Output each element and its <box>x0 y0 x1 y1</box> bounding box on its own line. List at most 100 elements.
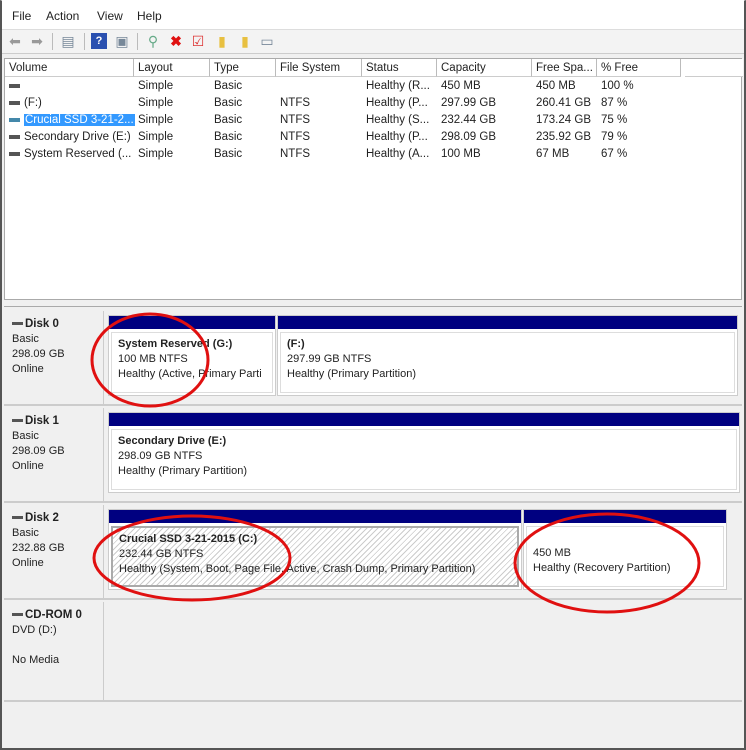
partition[interactable]: System Reserved (G:) 100 MB NTFS Healthy… <box>108 315 276 396</box>
cell-free: 235.92 GB <box>536 131 591 143</box>
menu-action[interactable]: Action <box>46 9 79 23</box>
cell-status: Healthy (P... <box>366 97 428 109</box>
column-header[interactable]: Free Spa... <box>532 59 597 77</box>
volume-icon <box>9 83 20 88</box>
cell-free: 173.24 GB <box>536 114 591 126</box>
table-row[interactable] <box>9 78 135 95</box>
table-row[interactable]: Crucial SSD 3-21-2... <box>9 112 135 129</box>
disk-row: Disk 0 Basic 298.09 GB Online System Res… <box>4 311 742 406</box>
forward-icon[interactable]: ➡ <box>29 33 45 49</box>
disk-state: Online <box>12 363 44 375</box>
volume-name: (F:) <box>24 97 42 109</box>
cell-capacity: 450 MB <box>441 80 481 92</box>
partition[interactable]: Crucial SSD 3-21-2015 (C:) 232.44 GB NTF… <box>108 509 522 590</box>
folder-up-icon[interactable]: ▮ <box>214 33 230 49</box>
disk-row: Disk 1 Basic 298.09 GB Online Secondary … <box>4 408 742 503</box>
search-folder-icon[interactable]: ▮ <box>237 33 253 49</box>
disk-name: Disk 0 <box>25 318 59 330</box>
cell-type: Basic <box>214 131 243 143</box>
cell-fs: NTFS <box>280 148 311 160</box>
volume-icon <box>9 134 20 139</box>
partition-title <box>533 531 717 546</box>
partition-size: 100 MB NTFS <box>118 353 188 365</box>
partition-status: Healthy (Primary Partition) <box>287 368 416 380</box>
cell-free: 67 MB <box>536 148 570 160</box>
disk-label[interactable]: Disk 1 Basic 298.09 GB Online <box>4 408 104 501</box>
connect-icon[interactable]: ⚲ <box>145 33 161 49</box>
table-row[interactable]: (F:) <box>9 95 135 112</box>
disk-icon <box>12 516 23 520</box>
partition-size: 450 MB <box>533 547 571 559</box>
cell-type: Basic <box>214 80 243 92</box>
partition[interactable]: 450 MB Healthy (Recovery Partition) <box>523 509 727 590</box>
partition-bar <box>109 316 275 329</box>
partition-title: System Reserved (G:) <box>118 338 233 350</box>
console-tree-icon[interactable]: ▤ <box>60 33 76 49</box>
check-icon[interactable]: ☑ <box>190 33 206 49</box>
back-icon[interactable]: ⬅ <box>7 33 23 49</box>
column-header[interactable]: Type <box>210 59 276 77</box>
cell-type: Basic <box>214 114 243 126</box>
column-header[interactable]: Capacity <box>437 59 532 77</box>
cell-layout: Simple <box>138 131 174 143</box>
disk-label[interactable]: Disk 2 Basic 232.88 GB Online <box>4 505 104 598</box>
partition-body: (F:) 297.99 GB NTFS Healthy (Primary Par… <box>280 332 735 393</box>
menu-view[interactable]: View <box>97 9 123 23</box>
cell-type: Basic <box>214 148 243 160</box>
column-header[interactable]: File System <box>276 59 362 77</box>
disk-name: Disk 1 <box>25 415 59 427</box>
partition-title: Crucial SSD 3-21-2015 (C:) <box>119 533 258 545</box>
volume-icon <box>9 117 20 122</box>
properties-pane-icon[interactable]: ▣ <box>114 33 130 49</box>
cell-fs <box>280 78 362 95</box>
menu-file[interactable]: File <box>12 9 31 23</box>
partition-title: Secondary Drive (E:) <box>118 435 227 447</box>
cell-free: 260.41 GB <box>536 97 591 109</box>
cell-capacity: 298.09 GB <box>441 131 496 143</box>
disk-size: 298.09 GB <box>12 445 65 457</box>
partition-body: System Reserved (G:) 100 MB NTFS Healthy… <box>111 332 273 393</box>
cell-capacity: 100 MB <box>441 148 481 160</box>
partition-bar <box>524 510 726 523</box>
column-header[interactable]: Status <box>362 59 437 77</box>
disk-size: 298.09 GB <box>12 348 65 360</box>
partition-status: Healthy (Primary Partition) <box>118 465 247 477</box>
menu-help[interactable]: Help <box>137 9 162 23</box>
cell-layout: Simple <box>138 114 174 126</box>
list-view-icon[interactable]: ▭ <box>259 33 275 49</box>
cell-pct: 100 % <box>601 80 634 92</box>
cell-fs: NTFS <box>280 97 311 109</box>
partition[interactable]: (F:) 297.99 GB NTFS Healthy (Primary Par… <box>277 315 738 396</box>
disk-icon <box>12 322 23 326</box>
table-row[interactable]: Secondary Drive (E:) <box>9 129 135 146</box>
partition[interactable]: Secondary Drive (E:) 298.09 GB NTFS Heal… <box>108 412 740 493</box>
cdrom-icon <box>12 613 23 617</box>
volume-name: Secondary Drive (E:) <box>24 131 131 143</box>
disk-state: No Media <box>12 654 60 666</box>
cell-fs: NTFS <box>280 114 311 126</box>
column-header-filler <box>685 59 743 77</box>
column-header[interactable]: % Free <box>597 59 681 77</box>
menu-bar: File Action View Help <box>2 0 744 30</box>
disk-map: Disk 0 Basic 298.09 GB Online System Res… <box>4 306 742 746</box>
partition-body: 450 MB Healthy (Recovery Partition) <box>526 526 724 587</box>
partition-title: (F:) <box>287 338 305 350</box>
disk-label[interactable]: CD-ROM 0 DVD (D:) No Media <box>4 602 104 700</box>
table-row[interactable]: System Reserved (... <box>9 146 135 163</box>
cell-type: Basic <box>214 97 243 109</box>
column-header[interactable]: Volume <box>5 59 134 77</box>
volume-list[interactable]: Volume Layout Type File System Status Capacit… <box>4 58 743 300</box>
disk-icon <box>12 419 23 423</box>
volume-icon <box>9 100 20 105</box>
cell-pct: 67 % <box>601 148 628 160</box>
disk-type: DVD (D:) <box>12 624 57 636</box>
delete-icon[interactable]: ✖ <box>168 33 184 49</box>
disk-size <box>12 638 95 653</box>
cell-pct: 75 % <box>601 114 628 126</box>
cell-capacity: 297.99 GB <box>441 97 496 109</box>
help-icon[interactable]: ? <box>91 33 107 49</box>
disk-row: Disk 2 Basic 232.88 GB Online Crucial SS… <box>4 505 742 600</box>
disk-label[interactable]: Disk 0 Basic 298.09 GB Online <box>4 311 104 404</box>
partition-body: Secondary Drive (E:) 298.09 GB NTFS Heal… <box>111 429 737 490</box>
column-header[interactable]: Layout <box>134 59 210 77</box>
